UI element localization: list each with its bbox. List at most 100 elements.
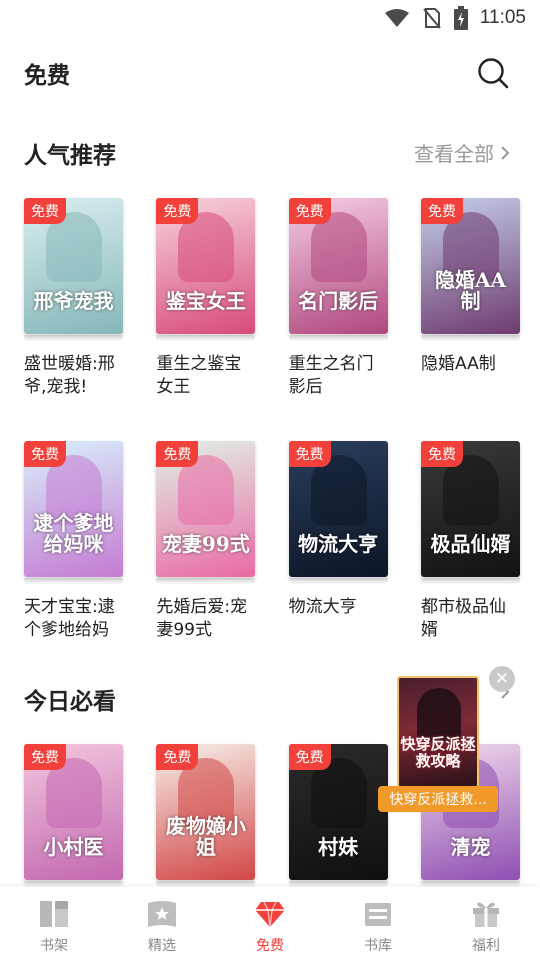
book-cover[interactable]: 极品仙婿 免费 (420, 441, 520, 577)
cover-title-art: 村妹 (318, 835, 359, 859)
cover-title-art: 极品仙婿 (430, 532, 511, 556)
free-badge: 免费 (288, 441, 331, 467)
cover-shadow (24, 578, 123, 584)
book-item[interactable]: 邢爷宠我 免费盛世暖婚:邢爷,宠我! (24, 198, 123, 399)
free-badge: 免费 (24, 744, 66, 770)
cover-shadow (156, 335, 256, 341)
cover-title-art: 逮个爹地给妈咪 (33, 511, 114, 556)
cover-title-art: 邢爷宠我 (33, 289, 114, 313)
status-icons: 11:05 (384, 6, 526, 30)
section-title-today: 今日必看 (24, 689, 116, 715)
section-title-popular: 人气推荐 (24, 143, 116, 169)
free-badge: 免费 (156, 198, 199, 224)
cover-shadow (288, 578, 388, 584)
book-cover[interactable]: 废物嫡小姐 免费 (156, 744, 256, 880)
close-icon: ✕ (494, 669, 510, 689)
promo-figure (417, 688, 461, 742)
promo-cover[interactable]: 快穿反派拯救攻略 (397, 676, 479, 788)
promo-label[interactable]: 快穿反派拯救... (378, 786, 498, 812)
book-cover[interactable]: 逮个爹地给妈咪 免费 (24, 441, 123, 577)
nav-welfare[interactable]: 福利 (432, 887, 540, 960)
nav-label: 免费 (256, 938, 284, 954)
book-item[interactable]: 名门影后 免费重生之名门影后 (288, 198, 389, 399)
cover-title-art: 名门影后 (298, 289, 379, 313)
clock: 11:05 (479, 7, 526, 28)
see-all-link[interactable]: 查看全部 (414, 138, 510, 167)
nav-label: 书架 (40, 938, 68, 954)
book-item[interactable]: 物流大亨 免费物流大亨 (288, 441, 389, 642)
diamond-icon (255, 901, 285, 928)
floating-promo[interactable]: 快穿反派拯救攻略 快穿反派拯救... (378, 668, 498, 814)
free-badge: 免费 (24, 198, 66, 224)
chevron-right-icon (501, 145, 510, 160)
status-bar: 11:05 (0, 0, 540, 36)
book-title[interactable]: 都市极品仙婿 (421, 596, 521, 642)
book-cover[interactable]: 宠妻99式 免费 (156, 441, 256, 577)
see-all-label: 查看全部 (414, 142, 494, 166)
search-icon (478, 58, 509, 89)
battery-charging-icon (453, 6, 468, 30)
featured-book-icon (148, 901, 176, 927)
cover-shadow (420, 335, 520, 341)
page-title: 免费 (24, 63, 70, 89)
cover-title-art: 鉴宝女王 (165, 289, 246, 313)
book-item[interactable]: 村妹 免费 (288, 744, 388, 887)
cover-shadow (156, 578, 256, 584)
book-title[interactable]: 物流大亨 (289, 596, 389, 642)
book-item[interactable]: 隐婚AA制 免费隐婚AA制 (420, 198, 521, 399)
book-title[interactable]: 重生之名门影后 (289, 353, 389, 399)
book-item[interactable]: 鉴宝女王 免费重生之鉴宝女王 (156, 198, 256, 399)
nav-free[interactable]: 免费 (216, 887, 324, 960)
book-row-1: 邢爷宠我 免费盛世暖婚:邢爷,宠我! 鉴宝女王 免费重生之鉴宝女王 名门影后 免费重生之名… (24, 198, 520, 399)
book-item[interactable]: 宠妻99式 免费先婚后爱:宠妻99式 (156, 441, 256, 642)
cover-title-art: 物流大亨 (298, 532, 379, 556)
bottom-nav: 书架 精选 免费 书库 福利 (0, 887, 540, 960)
free-badge: 免费 (24, 441, 66, 467)
cover-shadow (24, 335, 123, 341)
cover-title-art: 隐婚AA制 (434, 268, 506, 313)
nav-featured[interactable]: 精选 (108, 887, 216, 960)
nav-bookshelf[interactable]: 书架 (0, 887, 108, 960)
book-cover[interactable]: 村妹 免费 (288, 744, 388, 880)
book-title[interactable]: 隐婚AA制 (421, 353, 521, 399)
book-cover[interactable]: 邢爷宠我 免费 (24, 198, 123, 334)
nav-label: 精选 (148, 938, 176, 954)
cover-shadow (420, 578, 520, 584)
promo-cover-text: 快穿反派拯救攻略 (400, 735, 476, 770)
book-title[interactable]: 天才宝宝:逮个爹地给妈咪 (24, 596, 124, 642)
cover-title-art: 清宠 (450, 835, 491, 859)
book-row-2: 逮个爹地给妈咪免费天才宝宝:逮个爹地给妈咪宠妻99式免费先婚后爱:宠妻99式物流… (24, 441, 520, 642)
cover-shadow (288, 335, 388, 341)
book-cover[interactable]: 名门影后 免费 (288, 198, 388, 334)
free-badge: 免费 (288, 198, 331, 224)
book-item[interactable]: 极品仙婿 免费都市极品仙婿 (420, 441, 521, 642)
book-cover[interactable]: 物流大亨 免费 (288, 441, 388, 577)
book-cover[interactable]: 小村医 免费 (24, 744, 123, 880)
free-badge: 免费 (156, 744, 199, 770)
book-item[interactable]: 小村医 免费 (24, 744, 123, 887)
book-title[interactable]: 重生之鉴宝女王 (156, 353, 256, 399)
free-badge: 免费 (420, 198, 463, 224)
cover-title-art: 宠妻99式 (161, 532, 250, 556)
bookshelf-icon (40, 901, 68, 927)
nav-label: 书库 (364, 938, 392, 954)
nav-label: 福利 (472, 938, 500, 954)
library-icon (365, 903, 391, 926)
search-button[interactable] (476, 56, 510, 90)
close-promo-button[interactable]: ✕ (489, 666, 515, 692)
wifi-icon (384, 9, 409, 27)
free-badge: 免费 (156, 441, 199, 467)
cover-title-art: 小村医 (43, 835, 104, 859)
book-item[interactable]: 废物嫡小姐 免费 (156, 744, 256, 887)
book-cover[interactable]: 鉴宝女王 免费 (156, 198, 256, 334)
book-title[interactable]: 盛世暖婚:邢爷,宠我! (24, 353, 124, 399)
free-badge: 免费 (288, 744, 331, 770)
free-badge: 免费 (420, 441, 463, 467)
book-cover[interactable]: 隐婚AA制 免费 (420, 198, 520, 334)
nav-library[interactable]: 书库 (324, 887, 432, 960)
gift-icon (473, 902, 499, 927)
book-title[interactable]: 先婚后爱:宠妻99式 (156, 596, 256, 642)
cover-title-art: 废物嫡小姐 (165, 814, 246, 859)
no-sim-icon (423, 8, 441, 29)
book-item[interactable]: 逮个爹地给妈咪 免费天才宝宝:逮个爹地给妈咪 (24, 441, 123, 642)
